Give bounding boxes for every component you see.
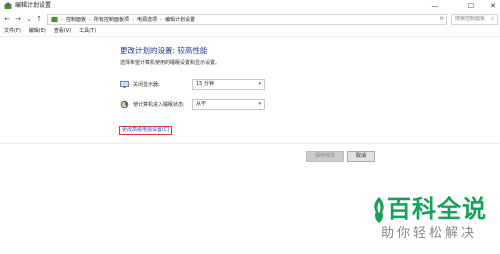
advanced-power-settings-link[interactable]: 更改高级电源设置(C) xyxy=(119,126,173,135)
breadcrumb-edit-plan[interactable]: 编辑计划设置 xyxy=(165,16,195,23)
display-off-value: 15 分钟 xyxy=(196,81,214,87)
window: 编辑计划设置 — ☐ ✕ ← → ⌄ ↑ › 控制面板 › 所有控制面板项 › … xyxy=(0,0,500,254)
sleep-select[interactable]: 从不 ▾ xyxy=(192,99,265,110)
recent-locations-button[interactable]: ⌄ xyxy=(24,14,34,24)
display-icon xyxy=(120,81,129,88)
sleep-label: 使计算机进入睡眠状态: xyxy=(133,102,185,108)
breadcrumb-control-panel[interactable]: 控制面板 xyxy=(66,16,86,23)
watermark-subtitle: 助你轻松解决 xyxy=(381,226,478,241)
breadcrumb-separator: › xyxy=(61,16,63,23)
menu-bar: 文件(F) 编辑(E) 查看(V) 工具(T) xyxy=(0,27,500,37)
search-icon[interactable]: ⌕ xyxy=(491,15,494,24)
chevron-down-icon: ▾ xyxy=(258,81,261,87)
watermark-title: 百科全说 xyxy=(387,195,487,223)
breadcrumb-power-options[interactable]: 电源选项 xyxy=(137,16,157,23)
minimize-button[interactable]: — xyxy=(422,0,448,12)
watermark-logo-icon xyxy=(374,197,384,223)
save-changes-button[interactable]: 保存修改 xyxy=(306,151,344,162)
chevron-down-icon: ▾ xyxy=(258,101,261,107)
page-description: 选择希望计算机使用的睡眠设置和显示设置。 xyxy=(120,60,221,66)
sleep-value: 从不 xyxy=(196,101,207,107)
menu-file[interactable]: 文件(F) xyxy=(4,27,21,36)
refresh-icon[interactable]: ⟳ xyxy=(440,15,444,24)
display-off-setting: 关闭显示器: 15 分钟 ▾ xyxy=(120,79,265,90)
watermark: 百科全说 助你轻松解决 xyxy=(365,194,495,249)
back-button[interactable]: ← xyxy=(2,14,12,24)
breadcrumb-separator: › xyxy=(160,16,163,23)
breadcrumb-separator: › xyxy=(132,16,135,23)
window-title: 编辑计划设置 xyxy=(15,2,52,9)
breadcrumb-all-items[interactable]: 所有控制面板项 xyxy=(94,16,129,23)
navigation-bar: ← → ⌄ ↑ › 控制面板 › 所有控制面板项 › 电源选项 › 编辑计划设置… xyxy=(0,12,500,26)
display-off-select[interactable]: 15 分钟 ▾ xyxy=(192,79,265,90)
divider xyxy=(0,143,500,144)
up-button[interactable]: ↑ xyxy=(34,14,44,24)
control-panel-icon xyxy=(51,16,58,23)
page-title: 更改计划的设置: 较高性能 xyxy=(120,46,208,55)
forward-button[interactable]: → xyxy=(13,14,23,24)
menu-edit[interactable]: 编辑(E) xyxy=(29,27,46,36)
title-bar: 编辑计划设置 — ☐ ✕ xyxy=(0,0,500,12)
search-box[interactable]: 搜索控制面板 ⌕ xyxy=(451,14,498,25)
cancel-button[interactable]: 取消 xyxy=(347,151,375,162)
display-off-label: 关闭显示器: xyxy=(133,82,160,88)
breadcrumb-separator: › xyxy=(89,16,92,23)
sleep-setting: 使计算机进入睡眠状态: 从不 ▾ xyxy=(120,99,265,110)
address-bar[interactable]: › 控制面板 › 所有控制面板项 › 电源选项 › 编辑计划设置 ⟳ xyxy=(47,14,447,25)
menu-view[interactable]: 查看(V) xyxy=(54,27,71,36)
search-placeholder: 搜索控制面板 xyxy=(455,16,486,22)
sleep-icon xyxy=(120,100,129,109)
power-options-icon xyxy=(4,2,12,9)
close-button[interactable]: ✕ xyxy=(480,0,500,12)
menu-tools[interactable]: 工具(T) xyxy=(79,27,96,36)
